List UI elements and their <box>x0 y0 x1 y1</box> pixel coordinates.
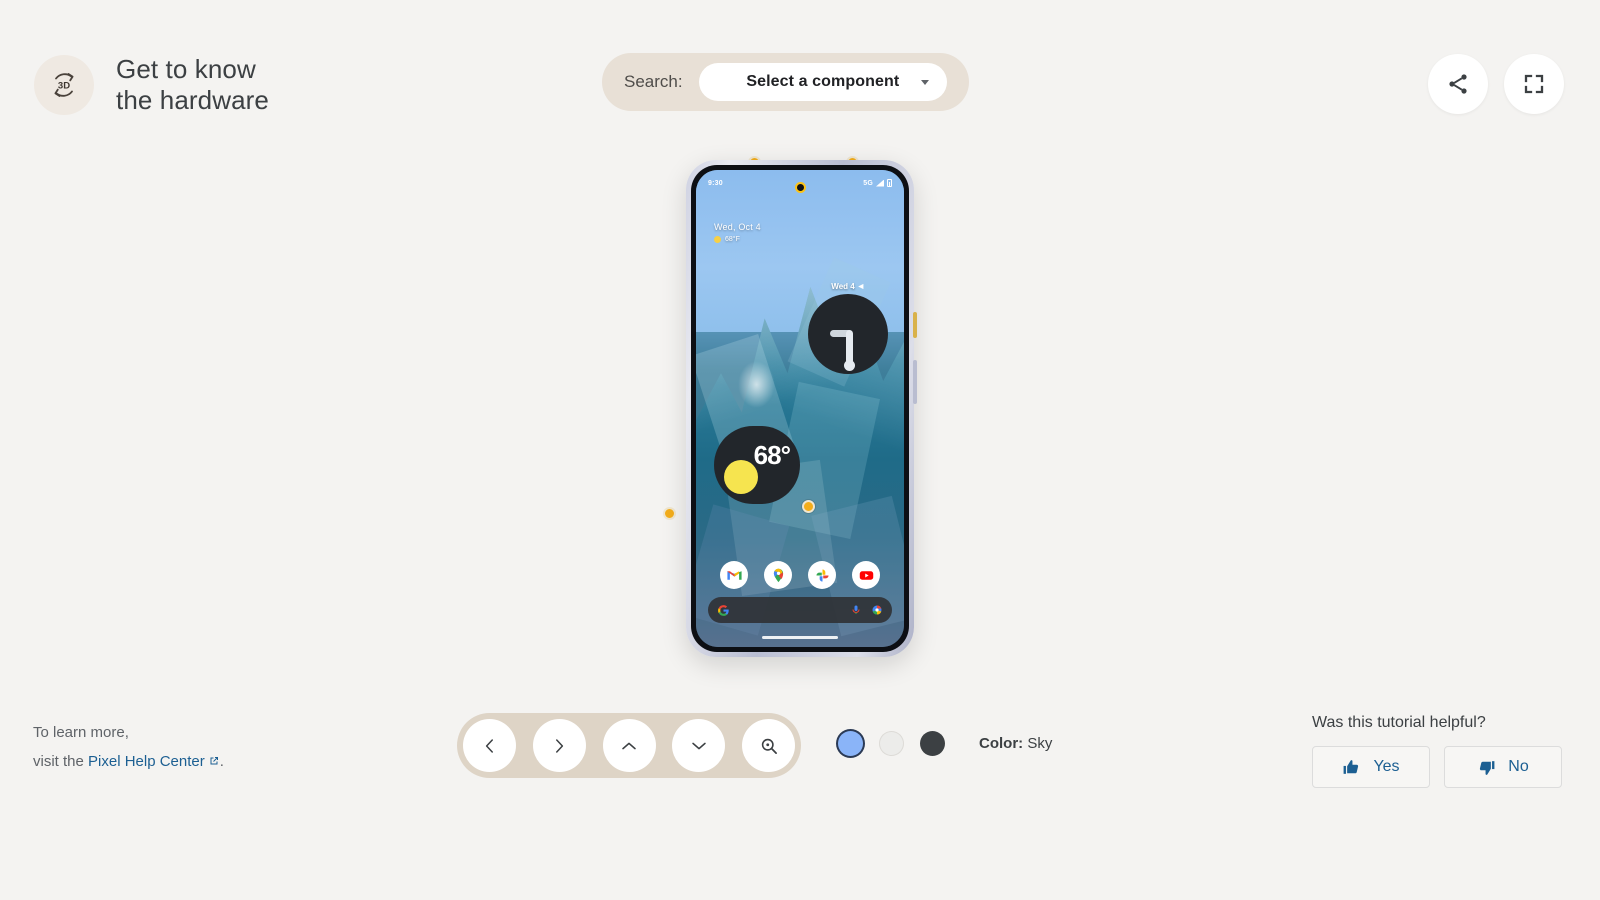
rotate-3d-icon: 3D <box>34 54 94 115</box>
component-select-value: Select a component <box>746 73 900 90</box>
feedback-yes-button[interactable]: Yes <box>1312 746 1430 788</box>
weather-widget: 68° <box>714 426 800 504</box>
learn-more-prefix: visit the <box>33 753 89 771</box>
share-button[interactable] <box>1428 54 1488 114</box>
microphone-icon <box>852 605 860 614</box>
front-camera-punch-hole <box>794 182 806 193</box>
weather-widget-temp: 68° <box>753 440 791 470</box>
rotate-down-button[interactable] <box>672 719 726 772</box>
page-title: Get to know the hardware <box>116 54 269 115</box>
color-label-value: Sky <box>1027 735 1053 752</box>
viewer-stage: 3D Get to know the hardware Search: Sele… <box>0 0 1600 900</box>
hotspot-display[interactable] <box>802 500 815 513</box>
google-g-icon <box>718 604 729 616</box>
feedback-yes-label: Yes <box>1373 758 1400 775</box>
zoom-in-button[interactable] <box>742 719 795 772</box>
learn-more-line1: To learn more, <box>33 724 129 741</box>
color-swatch-sky[interactable] <box>838 731 863 756</box>
rotate-right-button[interactable] <box>532 719 586 772</box>
feedback-no-label: No <box>1508 758 1529 775</box>
search-label: Search: <box>624 72 683 91</box>
pixel-help-center-link[interactable]: Pixel Help Center <box>88 753 220 770</box>
app-icon-gmail[interactable] <box>720 561 748 589</box>
app-icon-photos[interactable] <box>808 561 836 589</box>
top-action-group <box>1428 54 1564 114</box>
component-select[interactable]: Select a component <box>698 63 947 101</box>
fullscreen-icon <box>1524 74 1544 94</box>
color-swatch-porcelain[interactable] <box>879 731 904 756</box>
sun-icon <box>724 460 758 494</box>
learn-more-suffix: . <box>219 753 224 771</box>
feedback-question: Was this tutorial helpful? <box>1312 714 1486 731</box>
rotate-up-button[interactable] <box>602 719 656 772</box>
viewer-controls <box>457 713 801 778</box>
rotate-left-button[interactable] <box>463 719 516 772</box>
chevron-down-icon <box>692 742 706 749</box>
thumb-down-icon <box>1480 760 1495 775</box>
page-header: 3D Get to know the hardware <box>34 54 269 115</box>
google-lens-icon <box>872 605 882 615</box>
pixel-phone-model[interactable]: 9:30 5G Wed, Oct 4 68°F Wed 4 68° <box>686 160 917 657</box>
pixel-help-center-link-text: Pixel Help Center <box>88 753 205 771</box>
svg-text:3D: 3D <box>58 80 70 91</box>
feedback-block: Was this tutorial helpful? Yes No <box>1312 714 1562 788</box>
color-label-prefix: Color: <box>979 735 1024 752</box>
magnifier-plus-icon <box>761 738 777 754</box>
hotspot-left-edge[interactable] <box>663 507 676 520</box>
color-swatch-obsidian[interactable] <box>920 731 945 756</box>
phone-bezel: 9:30 5G Wed, Oct 4 68°F Wed 4 68° <box>691 165 909 652</box>
navigation-pill <box>762 636 838 639</box>
at-a-glance-widget: Wed, Oct 4 68°F <box>714 222 761 243</box>
google-search-widget[interactable] <box>708 597 892 623</box>
sun-icon <box>714 236 721 243</box>
app-dock <box>696 561 904 589</box>
color-picker: Color: Sky <box>838 731 1052 756</box>
chevron-right-icon <box>556 738 564 753</box>
weather-text: 68°F <box>725 236 740 243</box>
learn-more-block: To learn more, visit the Pixel Help Cent… <box>33 718 224 778</box>
date-text: Wed, Oct 4 <box>714 222 761 232</box>
thumb-up-icon <box>1344 759 1359 774</box>
battery-icon <box>887 179 892 187</box>
phone-screen: 9:30 5G Wed, Oct 4 68°F Wed 4 68° <box>696 170 904 647</box>
clock-widget-label: Wed 4 <box>831 282 855 291</box>
status-network: 5G <box>863 179 873 187</box>
chevron-down-icon <box>921 80 929 85</box>
external-link-icon <box>208 748 220 777</box>
share-icon <box>1449 74 1467 94</box>
alarm-icon <box>858 283 864 290</box>
color-label: Color: Sky <box>979 735 1052 752</box>
signal-bars-icon <box>876 179 884 187</box>
fullscreen-button[interactable] <box>1504 54 1564 114</box>
chevron-left-icon <box>485 738 493 753</box>
feedback-no-button[interactable]: No <box>1444 746 1562 788</box>
learn-more-line2: visit the Pixel Help Center. <box>33 747 224 777</box>
volume-rocker[interactable] <box>913 360 917 404</box>
app-icon-youtube[interactable] <box>852 561 880 589</box>
clock-widget: Wed 4 <box>808 282 888 374</box>
power-button[interactable] <box>913 312 917 338</box>
app-icon-maps[interactable] <box>764 561 792 589</box>
component-search-bar: Search: Select a component <box>602 53 969 111</box>
status-time: 9:30 <box>708 179 723 187</box>
chevron-up-icon <box>622 742 636 749</box>
